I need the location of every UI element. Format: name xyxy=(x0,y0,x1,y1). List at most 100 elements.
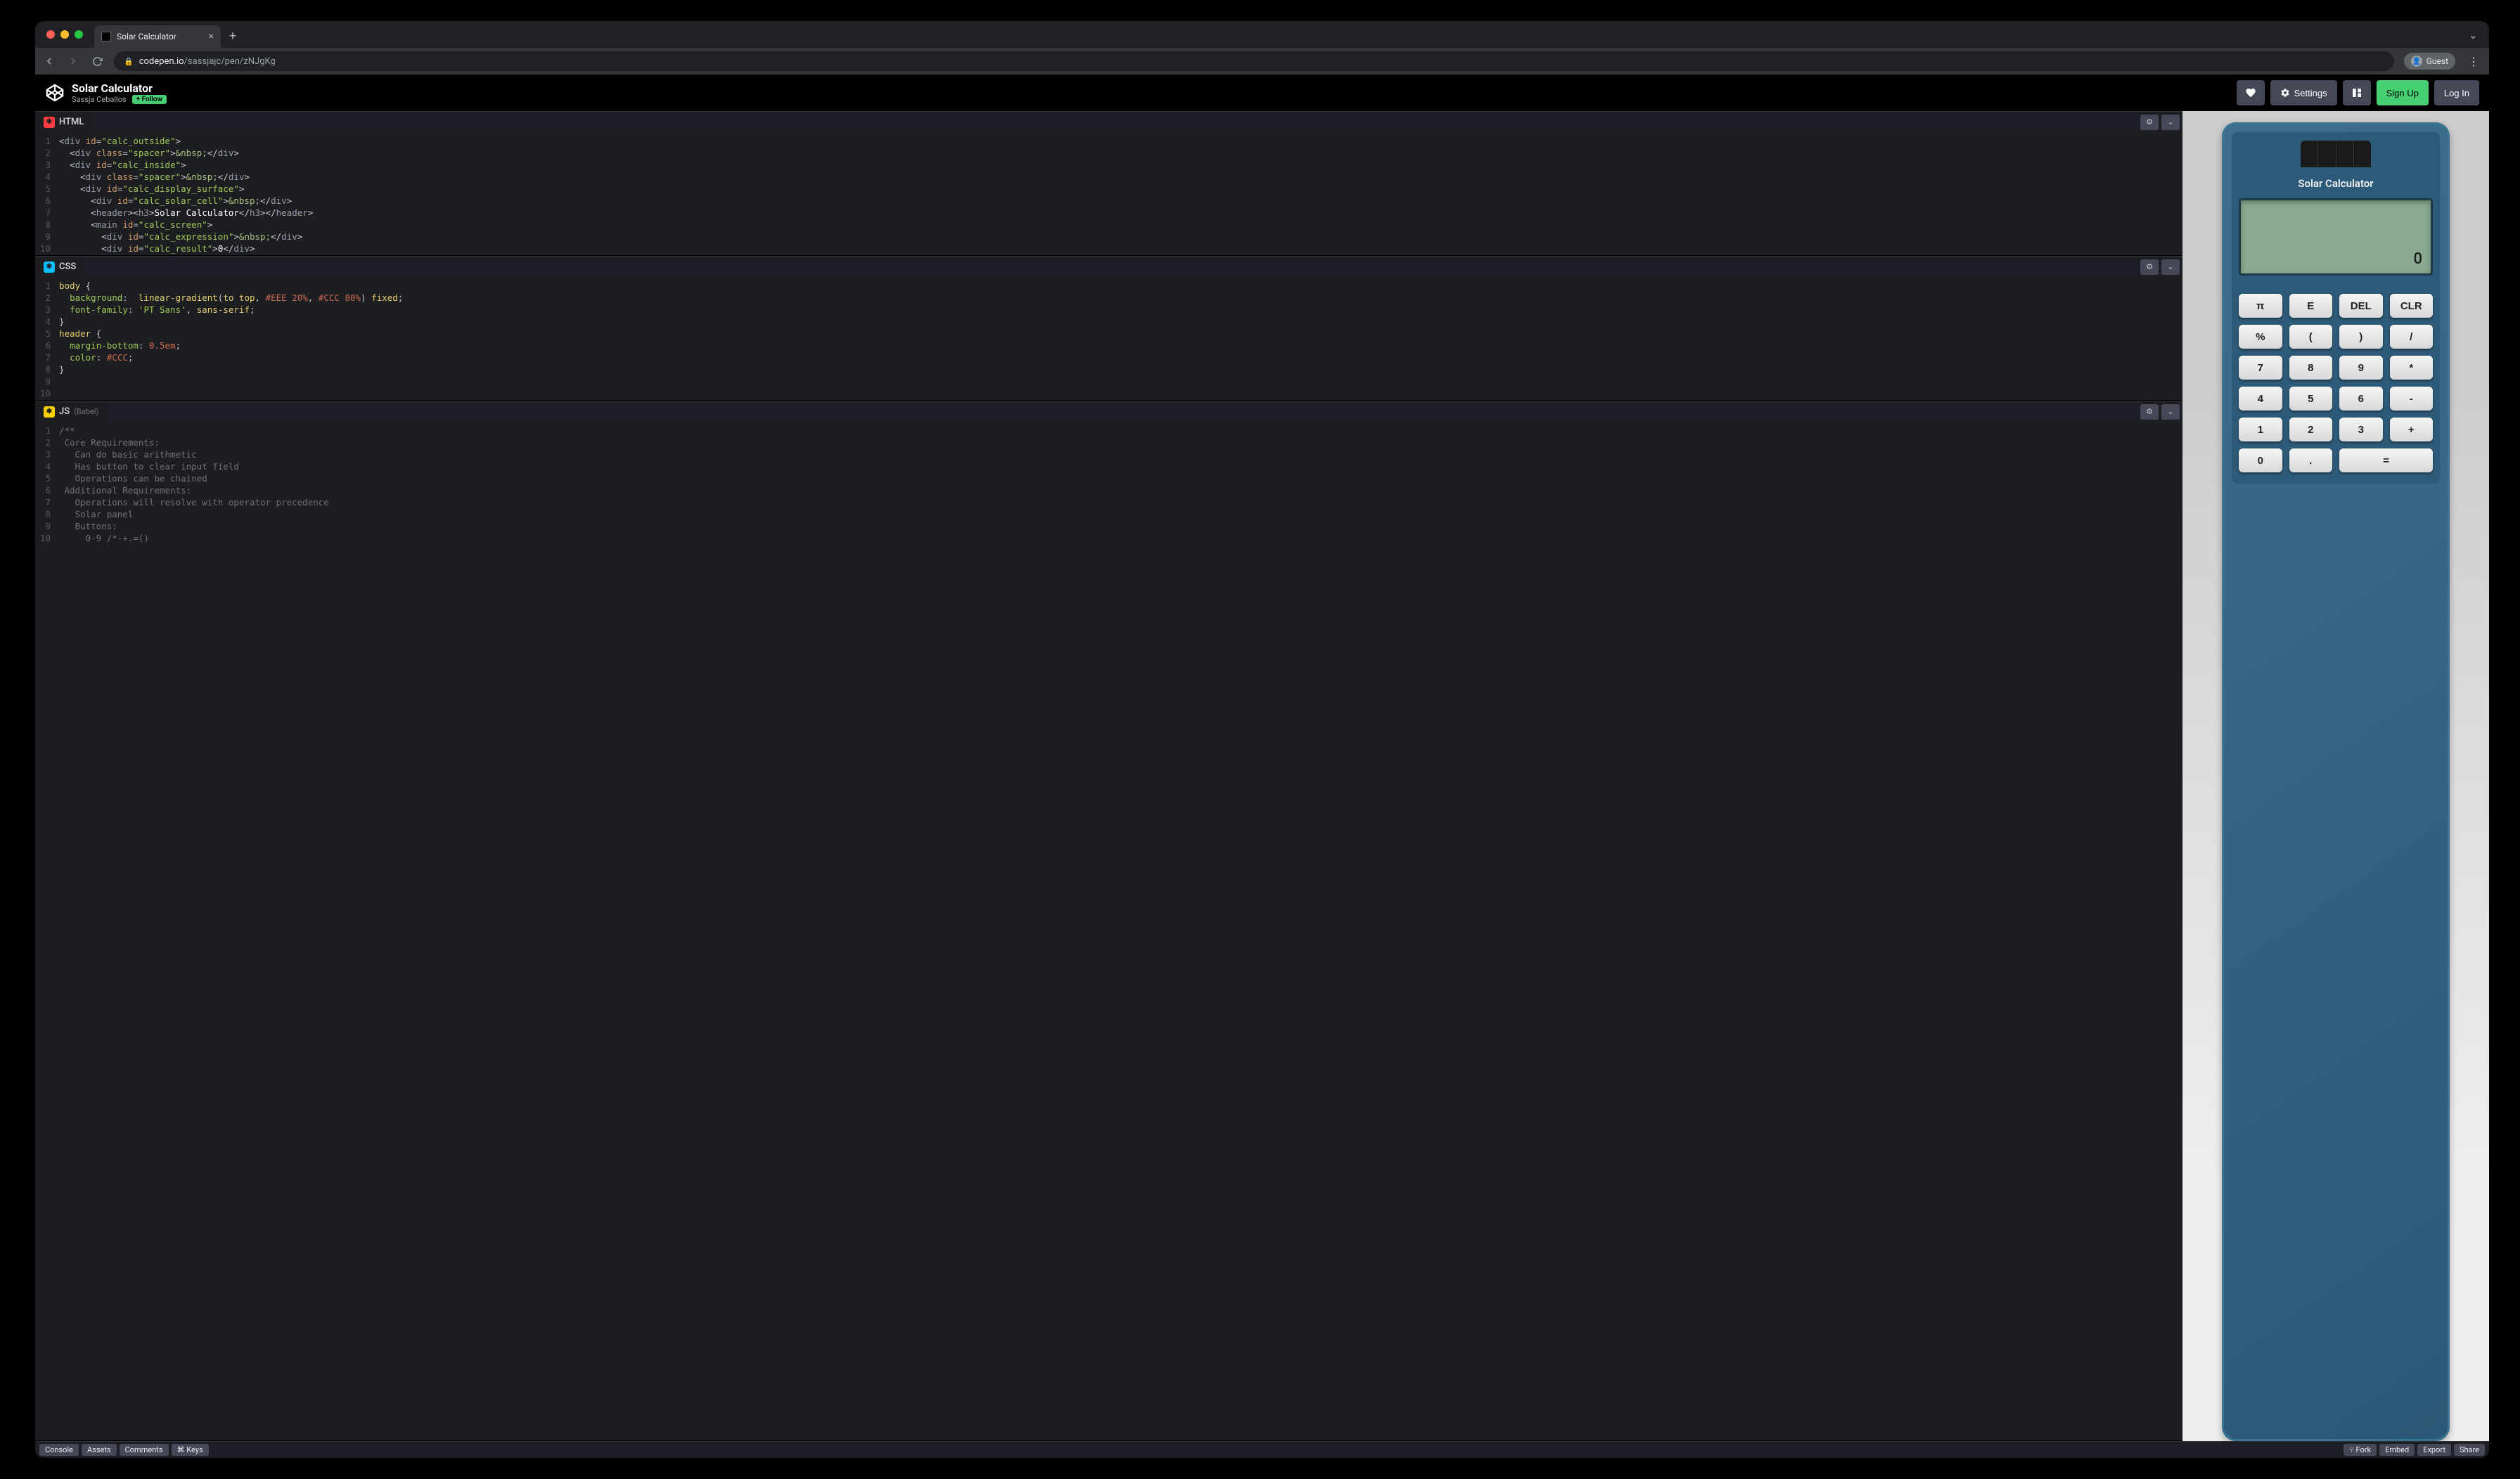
calculator-expression xyxy=(2249,206,2422,216)
css-tab[interactable]: ✱ CSS xyxy=(35,257,84,277)
html-tab[interactable]: ✱ HTML xyxy=(35,112,92,132)
html-editor-pane: ✱ HTML ⚙ ⌄ 12345678910 <div id="calc_out… xyxy=(35,111,2182,256)
calc-5-button[interactable]: 5 xyxy=(2289,387,2333,411)
calc-eq-button[interactable]: = xyxy=(2339,448,2433,472)
calc-pct-button[interactable]: % xyxy=(2239,325,2282,349)
js-tab[interactable]: ✱ JS (Babel) xyxy=(35,401,107,422)
url-input[interactable]: 🔒 codepen.io/sassjajc/pen/zNJgKg xyxy=(114,51,2394,71)
html-code-body: <div id="calc_outside"> <div class="spac… xyxy=(55,132,313,255)
guest-label: Guest xyxy=(2426,56,2448,66)
calculator-button-grid: π E DEL CLR % ( ) / 7 8 9 * 4 5 xyxy=(2239,294,2433,472)
settings-button[interactable]: Settings xyxy=(2270,80,2337,105)
calc-div-button[interactable]: / xyxy=(2390,325,2434,349)
browser-tab-bar: Solar Calculator × + ⌄ xyxy=(35,21,2489,48)
calc-clr-button[interactable]: CLR xyxy=(2390,294,2434,318)
js-editor-pane: ✱ JS (Babel) ⚙ ⌄ 12345678910 /** Core Re… xyxy=(35,401,2182,1441)
browser-tab[interactable]: Solar Calculator × xyxy=(94,25,221,48)
new-tab-button[interactable]: + xyxy=(229,29,236,44)
settings-label: Settings xyxy=(2294,88,2327,98)
js-preproc-label: (Babel) xyxy=(74,407,98,416)
calc-2-button[interactable]: 2 xyxy=(2289,418,2333,441)
calc-9-button[interactable]: 9 xyxy=(2339,356,2383,380)
favicon-icon xyxy=(101,32,111,41)
calc-sub-button[interactable]: - xyxy=(2390,387,2434,411)
calculator-result: 0 xyxy=(2249,250,2422,268)
css-collapse-icon[interactable]: ⌄ xyxy=(2161,259,2180,275)
calc-6-button[interactable]: 6 xyxy=(2339,387,2383,411)
calculator-screen: 0 xyxy=(2239,198,2433,276)
calc-4-button[interactable]: 4 xyxy=(2239,387,2282,411)
tab-title: Solar Calculator xyxy=(117,32,176,41)
window-controls xyxy=(46,30,83,39)
js-pane-header: ✱ JS (Babel) ⚙ ⌄ xyxy=(35,401,2182,422)
html-settings-icon[interactable]: ⚙ xyxy=(2140,115,2159,130)
calc-pi-button[interactable]: π xyxy=(2239,294,2282,318)
calc-0-button[interactable]: 0 xyxy=(2239,448,2282,472)
js-settings-icon[interactable]: ⚙ xyxy=(2140,404,2159,420)
keys-button[interactable]: ⌘ Keys xyxy=(172,1444,209,1456)
pen-title[interactable]: Solar Calculator xyxy=(72,82,167,95)
share-button[interactable]: Share xyxy=(2454,1444,2485,1456)
export-button[interactable]: Export xyxy=(2417,1444,2451,1456)
css-code-editor[interactable]: 12345678910 body { background: linear-gr… xyxy=(35,277,2182,400)
signup-button[interactable]: Sign Up xyxy=(2377,80,2429,105)
profile-badge[interactable]: 👤 Guest xyxy=(2404,53,2455,70)
console-button[interactable]: Console xyxy=(39,1444,79,1456)
calc-7-button[interactable]: 7 xyxy=(2239,356,2282,380)
calc-mul-button[interactable]: * xyxy=(2390,356,2434,380)
calc-1-button[interactable]: 1 xyxy=(2239,418,2282,441)
css-pane-header: ✱ CSS ⚙ ⌄ xyxy=(35,256,2182,277)
address-bar: 🔒 codepen.io/sassjajc/pen/zNJgKg 👤 Guest… xyxy=(35,48,2489,75)
css-gutter: 12345678910 xyxy=(35,277,55,400)
pen-title-group: Solar Calculator Sassja Ceballos + Follo… xyxy=(72,82,167,104)
js-gutter: 12345678910 xyxy=(35,422,55,1440)
html-badge-icon: ✱ xyxy=(44,117,55,128)
html-pane-header: ✱ HTML ⚙ ⌄ xyxy=(35,111,2182,132)
url-domain: codepen.io xyxy=(139,56,184,67)
js-code-body: /** Core Requirements: Can do basic arit… xyxy=(55,422,329,1440)
codepen-logo-icon[interactable] xyxy=(45,83,65,103)
calc-e-button[interactable]: E xyxy=(2289,294,2333,318)
calc-dot-button[interactable]: . xyxy=(2289,448,2333,472)
minimize-window-icon[interactable] xyxy=(60,30,69,39)
embed-button[interactable]: Embed xyxy=(2379,1444,2415,1456)
url-path: /sassjajc/pen/zNJgKg xyxy=(184,56,276,67)
close-window-icon[interactable] xyxy=(46,30,55,39)
fork-button[interactable]: ⑂ Fork xyxy=(2344,1444,2377,1456)
js-code-editor[interactable]: 12345678910 /** Core Requirements: Can d… xyxy=(35,422,2182,1440)
reload-button[interactable] xyxy=(90,56,104,67)
calculator-inside: Solar Calculator 0 π E DEL CLR % ( ) / xyxy=(2232,132,2440,484)
tab-overflow-icon[interactable]: ⌄ xyxy=(2469,28,2478,41)
preview-pane: Solar Calculator 0 π E DEL CLR % ( ) / xyxy=(2182,111,2489,1441)
css-settings-icon[interactable]: ⚙ xyxy=(2140,259,2159,275)
login-button[interactable]: Log In xyxy=(2434,80,2479,105)
maximize-window-icon[interactable] xyxy=(75,30,83,39)
comments-button[interactable]: Comments xyxy=(120,1444,169,1456)
browser-window: Solar Calculator × + ⌄ 🔒 codepen.io/sass… xyxy=(35,21,2489,1458)
back-button[interactable] xyxy=(42,56,56,67)
avatar-icon: 👤 xyxy=(2411,56,2422,67)
calc-8-button[interactable]: 8 xyxy=(2289,356,2333,380)
follow-button[interactable]: + Follow xyxy=(132,95,167,104)
calc-del-button[interactable]: DEL xyxy=(2339,294,2383,318)
solar-cell-icon xyxy=(2301,141,2371,167)
assets-button[interactable]: Assets xyxy=(82,1444,117,1456)
js-collapse-icon[interactable]: ⌄ xyxy=(2161,404,2180,420)
pen-author[interactable]: Sassja Ceballos xyxy=(72,95,127,104)
calc-rparen-button[interactable]: ) xyxy=(2339,325,2383,349)
css-editor-pane: ✱ CSS ⚙ ⌄ 12345678910 body { background:… xyxy=(35,256,2182,401)
codepen-header: Solar Calculator Sassja Ceballos + Follo… xyxy=(35,75,2489,111)
html-collapse-icon[interactable]: ⌄ xyxy=(2161,115,2180,130)
forward-button[interactable] xyxy=(66,56,80,67)
calc-add-button[interactable]: + xyxy=(2390,418,2434,441)
calc-3-button[interactable]: 3 xyxy=(2339,418,2383,441)
layout-button[interactable] xyxy=(2343,80,2371,105)
calculator-body: Solar Calculator 0 π E DEL CLR % ( ) / xyxy=(2222,122,2450,1441)
calc-lparen-button[interactable]: ( xyxy=(2289,325,2333,349)
html-code-editor[interactable]: 12345678910 <div id="calc_outside"> <div… xyxy=(35,132,2182,255)
css-code-body: body { background: linear-gradient(to to… xyxy=(55,277,403,400)
love-button[interactable] xyxy=(2237,80,2265,105)
close-tab-icon[interactable]: × xyxy=(209,31,214,42)
html-gutter: 12345678910 xyxy=(35,132,55,255)
browser-menu-icon[interactable]: ⋮ xyxy=(2468,55,2479,68)
